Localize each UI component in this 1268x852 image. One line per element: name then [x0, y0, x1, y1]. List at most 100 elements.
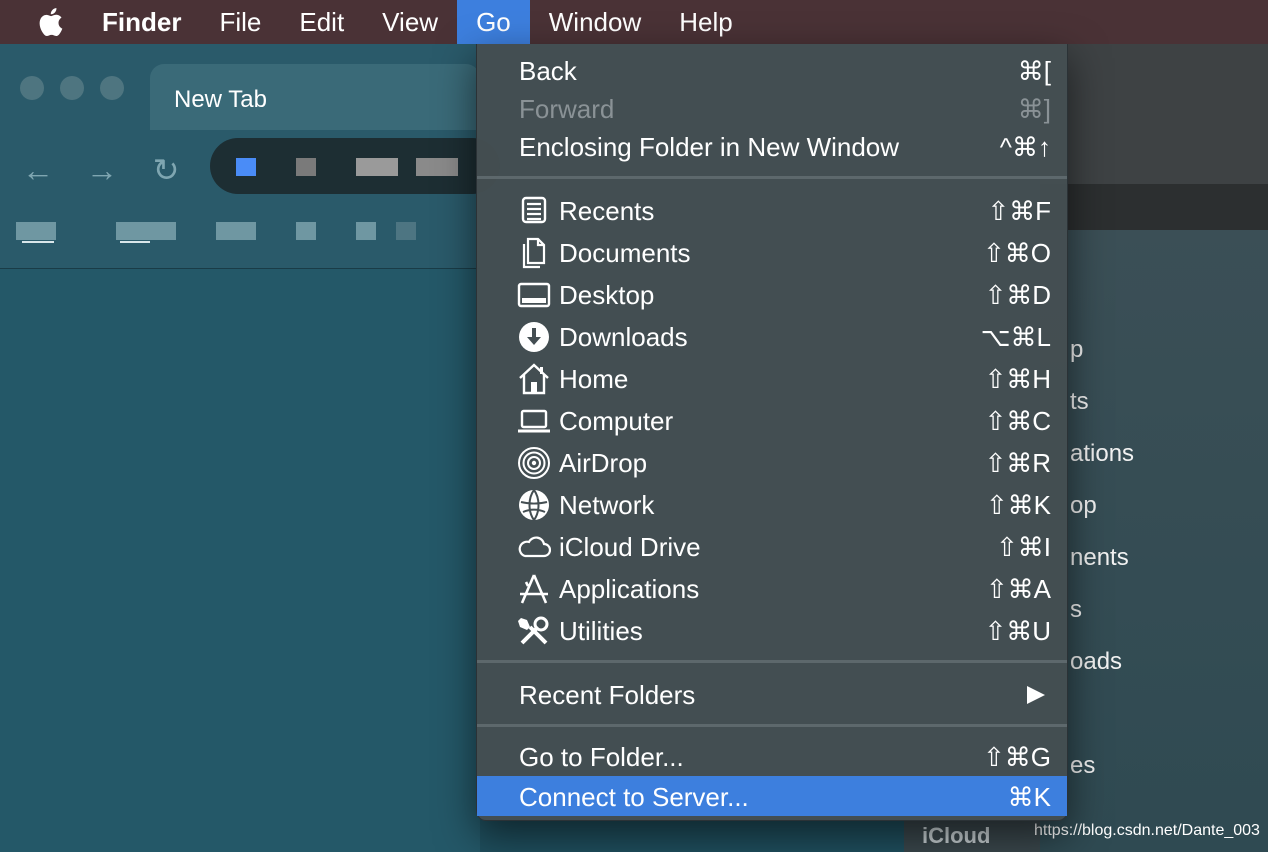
- menu-item-computer[interactable]: Computer ⇧⌘C: [477, 400, 1067, 440]
- documents-icon: [517, 236, 551, 270]
- submenu-arrow-icon: [1027, 686, 1045, 704]
- menu-item-network[interactable]: Network ⇧⌘K: [477, 484, 1067, 524]
- menu-item-label: Enclosing Folder in New Window: [519, 132, 900, 162]
- tab-title: New Tab: [174, 86, 267, 113]
- back-arrow-icon[interactable]: ←: [18, 150, 58, 190]
- menu-item-label: Forward: [519, 94, 615, 124]
- sidebar-item[interactable]: es: [1070, 752, 1095, 780]
- menu-separator: [477, 176, 1067, 179]
- browser-tab[interactable]: New Tab: [150, 64, 480, 130]
- browser-window: New Tab ← → ↻: [0, 44, 500, 852]
- sidebar-item[interactable]: ts: [1070, 388, 1089, 416]
- recents-icon: [517, 194, 551, 228]
- sidebar-item[interactable]: p: [1070, 336, 1083, 364]
- bookmark-item[interactable]: [16, 222, 56, 240]
- menu-item-documents[interactable]: Documents ⇧⌘O: [477, 232, 1067, 272]
- menu-item-label: Applications: [559, 574, 700, 604]
- menu-item-home[interactable]: Home ⇧⌘H: [477, 358, 1067, 398]
- menu-item-recents[interactable]: Recents ⇧⌘F: [477, 190, 1067, 230]
- menu-item-label: Recents: [559, 196, 655, 226]
- sidebar-item[interactable]: ations: [1070, 440, 1134, 468]
- desktop-icon: [517, 278, 551, 312]
- shortcut: ⇧⌘F: [987, 196, 1051, 226]
- forward-arrow-icon[interactable]: →: [82, 150, 122, 190]
- reload-icon[interactable]: ↻: [146, 150, 186, 190]
- bookmark-item[interactable]: [356, 222, 376, 240]
- icloud-icon: [517, 530, 552, 564]
- zoom-window-button[interactable]: [100, 76, 124, 100]
- address-bar[interactable]: [210, 138, 500, 194]
- blurred-content: [356, 158, 398, 176]
- sidebar-item[interactable]: nents: [1070, 544, 1129, 572]
- sidebar-section-label: iCloud: [922, 823, 991, 848]
- applications-icon: [517, 572, 551, 606]
- shortcut: ⌘]: [1017, 94, 1051, 124]
- sidebar-item[interactable]: op: [1070, 492, 1097, 520]
- menu-item-airdrop[interactable]: AirDrop ⇧⌘R: [477, 442, 1067, 482]
- menu-item-applications[interactable]: Applications ⇧⌘A: [477, 568, 1067, 608]
- bookmark-item[interactable]: [296, 222, 316, 240]
- menu-item-utilities[interactable]: Utilities ⇧⌘U: [477, 610, 1067, 650]
- shortcut: ⌥⌘L: [980, 322, 1051, 352]
- finder-tab-strip: [1040, 184, 1268, 230]
- close-window-button[interactable]: [20, 76, 44, 100]
- home-icon: [517, 362, 551, 396]
- menu-item-label: Utilities: [559, 616, 643, 646]
- shortcut: ⇧⌘O: [982, 238, 1051, 268]
- blurred-content: [416, 158, 458, 176]
- sidebar-section-icloud: iCloud: [904, 818, 1040, 852]
- bookmark-item[interactable]: [116, 222, 176, 240]
- shortcut: ⇧⌘U: [984, 616, 1051, 646]
- shortcut: ⇧⌘D: [984, 280, 1051, 310]
- menu-item-label: iCloud Drive: [559, 532, 701, 562]
- menu-item-enclosing-folder[interactable]: Enclosing Folder in New Window ^⌘↑: [477, 126, 1067, 166]
- shortcut: ⇧⌘I: [995, 532, 1051, 562]
- apple-logo-icon[interactable]: [0, 0, 100, 44]
- watermark: https://blog.csdn.net/Dante_003: [1034, 822, 1260, 839]
- menu-separator: [477, 660, 1067, 663]
- shortcut: ⌘K: [1007, 782, 1051, 812]
- sidebar-item[interactable]: s: [1070, 596, 1082, 624]
- go-menu: Back ⌘[ Forward ⌘] Enclosing Folder in N…: [476, 44, 1068, 821]
- browser-toolbar: New Tab ← → ↻: [0, 44, 500, 269]
- menu-file[interactable]: File: [200, 0, 280, 44]
- bookmark-item[interactable]: [216, 222, 256, 240]
- minimize-window-button[interactable]: [60, 76, 84, 100]
- menu-help[interactable]: Help: [660, 0, 751, 44]
- airdrop-icon: [517, 446, 551, 480]
- divider: [120, 241, 150, 243]
- menu-go[interactable]: Go: [457, 0, 530, 44]
- finder-window: p ts ations op nents s oads es: [1040, 44, 1268, 852]
- network-icon: [517, 488, 551, 522]
- shortcut: ⇧⌘G: [982, 742, 1051, 772]
- menu-item-recent-folders[interactable]: Recent Folders: [477, 674, 1067, 714]
- finder-sidebar: p ts ations op nents s oads es: [1040, 230, 1268, 852]
- bookmark-item[interactable]: [396, 222, 416, 240]
- utilities-icon: [517, 614, 551, 648]
- downloads-icon: [517, 320, 551, 354]
- menu-item-label: Recent Folders: [519, 680, 696, 710]
- menu-edit[interactable]: Edit: [280, 0, 363, 44]
- menu-window[interactable]: Window: [530, 0, 660, 44]
- shortcut: ^⌘↑: [999, 132, 1051, 162]
- menu-view[interactable]: View: [363, 0, 457, 44]
- menu-item-back[interactable]: Back ⌘[: [477, 50, 1067, 90]
- menu-item-icloud-drive[interactable]: iCloud Drive ⇧⌘I: [477, 526, 1067, 566]
- menu-item-label: Connect to Server...: [519, 782, 749, 812]
- menu-item-downloads[interactable]: Downloads ⌥⌘L: [477, 316, 1067, 356]
- menu-finder[interactable]: Finder: [100, 0, 200, 44]
- divider: [22, 241, 54, 243]
- menu-item-connect-to-server[interactable]: Connect to Server... ⌘K: [477, 776, 1067, 816]
- menu-item-go-to-folder[interactable]: Go to Folder... ⇧⌘G: [477, 736, 1067, 776]
- shortcut: ⇧⌘R: [984, 448, 1051, 478]
- menu-item-label: Downloads: [559, 322, 688, 352]
- shortcut: ⇧⌘C: [984, 406, 1051, 436]
- menu-item-desktop[interactable]: Desktop ⇧⌘D: [477, 274, 1067, 314]
- finder-toolbar: [1040, 44, 1268, 184]
- menu-item-label: Network: [559, 490, 655, 520]
- menu-item-label: Documents: [559, 238, 691, 268]
- menu-item-label: Go to Folder...: [519, 742, 684, 772]
- menu-item-label: Computer: [559, 406, 674, 436]
- menu-bar: Finder File Edit View Go Window Help: [0, 0, 1268, 44]
- sidebar-item[interactable]: oads: [1070, 648, 1122, 676]
